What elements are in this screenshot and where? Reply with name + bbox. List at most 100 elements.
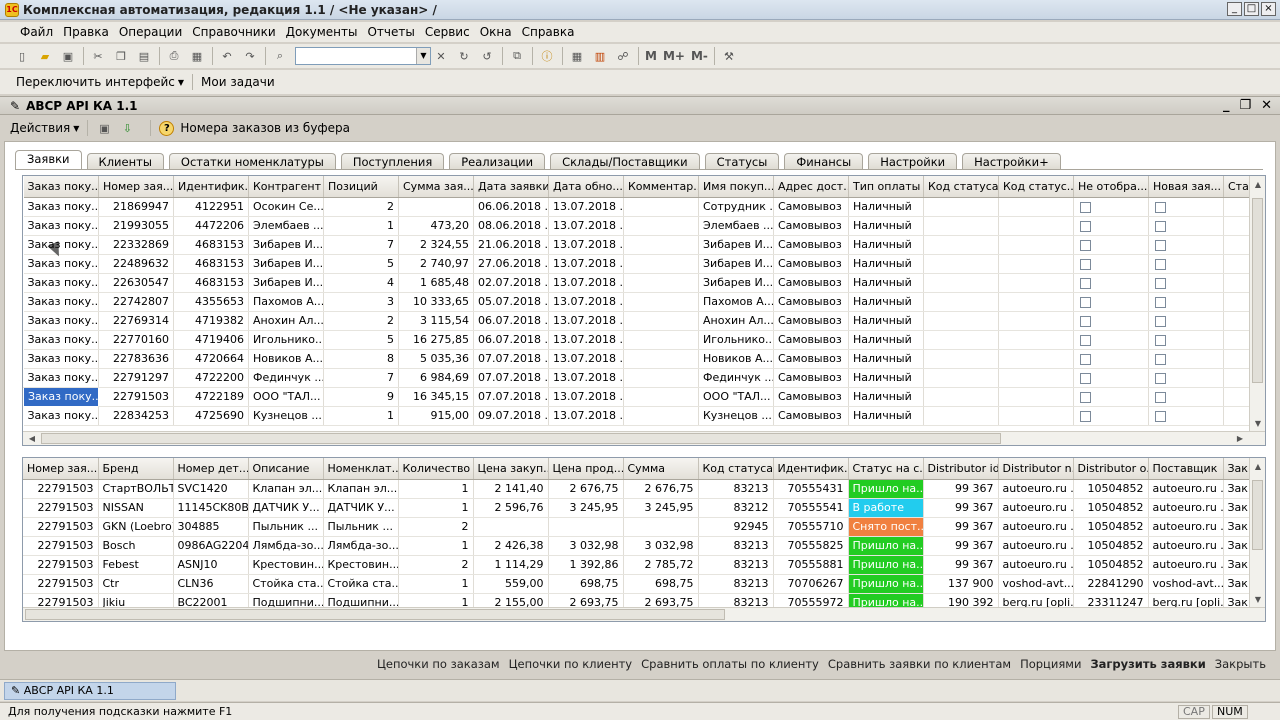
tab-finance[interactable]: Финансы	[784, 153, 864, 170]
column-header[interactable]: Код статус...	[998, 176, 1074, 198]
table-row[interactable]: 22791503 NISSAN 11145CK80B ДАТЧИК У... ДАТЧИ…	[23, 498, 1264, 518]
restore-form-button[interactable]: ❐	[1239, 98, 1251, 113]
tab-sales[interactable]: Реализации	[449, 153, 546, 170]
scroll-left-icon[interactable]: ◀	[25, 432, 39, 445]
calendar-icon[interactable]: ▥	[592, 48, 608, 64]
column-header[interactable]: Номер зая...	[23, 458, 99, 480]
column-header[interactable]: Сумма зая...	[398, 176, 474, 198]
column-header[interactable]: Код статуса	[698, 458, 774, 480]
tab-receipts[interactable]: Поступления	[340, 153, 445, 170]
table-row[interactable]: Заказ поку... 22769314 4719382 Анохин Ал...…	[23, 311, 1264, 331]
search-input[interactable]: ▼	[295, 47, 431, 65]
copy-icon[interactable]: ❐	[113, 48, 129, 64]
search-icon[interactable]: ⌕	[272, 48, 288, 64]
table-row[interactable]: 22791503 СтартВОЛЬТ SVC1420 Клапан эл... Кла…	[23, 479, 1264, 499]
checkbox[interactable]	[1080, 258, 1091, 270]
column-header[interactable]: Distributor id	[923, 458, 999, 480]
table-row[interactable]: Заказ поку... 22791297 4722200 Фединчук ...…	[23, 368, 1264, 388]
scroll-down-icon[interactable]: ▼	[1250, 417, 1265, 431]
info-icon[interactable]: ⓘ	[539, 48, 555, 64]
scroll-right-icon[interactable]: ▶	[1233, 432, 1247, 445]
column-header[interactable]: Позиций	[323, 176, 399, 198]
close-window-button[interactable]: ×	[1261, 2, 1276, 16]
tab-statuses[interactable]: Статусы	[704, 153, 780, 170]
checkbox[interactable]	[1155, 410, 1166, 422]
download-icon[interactable]: ⇩	[119, 120, 135, 136]
chains-by-client-link[interactable]: Цепочки по клиенту	[509, 657, 633, 673]
close-button[interactable]: Закрыть	[1215, 657, 1266, 673]
checkbox[interactable]	[1155, 220, 1166, 232]
table-row[interactable]: Заказ поку... 22783636 4720664 Новиков А...…	[23, 349, 1264, 369]
tab-warehouses[interactable]: Склады/Поставщики	[550, 153, 700, 170]
column-header[interactable]: Заказ поку...	[23, 176, 99, 198]
checkbox[interactable]	[1080, 410, 1091, 422]
windows-icon[interactable]: ⧉	[509, 48, 525, 64]
tools-icon[interactable]: ⚒	[721, 48, 737, 64]
table-row[interactable]: Заказ поку... 22742807 4355653 Пахомов А...…	[23, 292, 1264, 312]
find-next-icon[interactable]: ↻	[456, 48, 472, 64]
table-row[interactable]: Заказ поку... 22630547 4683153 Зибарев И...…	[23, 273, 1264, 293]
memory-add-button[interactable]: M+	[663, 49, 685, 63]
redo-icon[interactable]: ↷	[242, 48, 258, 64]
scroll-thumb[interactable]	[25, 609, 725, 620]
compare-payments-link[interactable]: Сравнить оплаты по клиенту	[641, 657, 819, 673]
orders-table[interactable]: Заказ поку... Номер зая... Идентифик... Кон…	[22, 175, 1266, 446]
checkbox[interactable]	[1080, 334, 1091, 346]
copy-row-icon[interactable]: ▣	[96, 120, 112, 136]
tab-clients[interactable]: Клиенты	[86, 153, 164, 170]
tab-settings-plus[interactable]: Настройки+	[962, 153, 1061, 170]
lines-horizontal-scrollbar[interactable]	[23, 607, 1265, 621]
menu-windows[interactable]: Окна	[480, 25, 512, 39]
memory-subtract-button[interactable]: M-	[691, 49, 708, 63]
paste-icon[interactable]: ▤	[136, 48, 152, 64]
column-header[interactable]: Цена закуп...	[473, 458, 549, 480]
checkbox[interactable]	[1155, 201, 1166, 213]
column-header[interactable]: Описание	[248, 458, 324, 480]
save-icon[interactable]: ▣	[60, 48, 76, 64]
clear-search-icon[interactable]: ✕	[433, 48, 449, 64]
checkbox[interactable]	[1080, 239, 1091, 251]
order-lines-table[interactable]: Номер зая... Бренд Номер дет... Описание Ном…	[22, 457, 1266, 622]
scroll-thumb[interactable]	[1252, 198, 1263, 383]
scroll-thumb[interactable]	[1252, 480, 1263, 550]
column-header[interactable]: Бренд	[98, 458, 174, 480]
tab-stock[interactable]: Остатки номенклатуры	[168, 153, 336, 170]
column-header[interactable]: Комментар...	[623, 176, 699, 198]
column-header[interactable]: Distributor o...	[1073, 458, 1149, 480]
checkbox[interactable]	[1080, 372, 1091, 384]
checkbox[interactable]	[1155, 296, 1166, 308]
column-header[interactable]: Цена прод...	[548, 458, 624, 480]
checkbox[interactable]	[1080, 353, 1091, 365]
table-row[interactable]: Заказ поку... 22834253 4725690 Кузнецов ...…	[23, 406, 1264, 426]
checkbox[interactable]	[1080, 315, 1091, 327]
column-header[interactable]: Distributor n...	[998, 458, 1074, 480]
scroll-down-icon[interactable]: ▼	[1250, 593, 1265, 607]
table-row[interactable]: Заказ поку... 21993055 4472206 Элембаев ...…	[23, 216, 1264, 236]
switch-interface-button[interactable]: Переключить интерфейс	[16, 75, 175, 89]
menu-edit[interactable]: Правка	[63, 25, 109, 39]
table-row[interactable]: 22791503 Bosch 0986AG2204 Лямбда-зо... Лямбд…	[23, 536, 1264, 556]
orders-horizontal-scrollbar[interactable]: ◀ ▶	[23, 431, 1265, 445]
table-row[interactable]: Заказ поку... 22791503 4722189 ООО "ТАЛ... 9…	[23, 386, 1264, 407]
checkbox[interactable]	[1155, 258, 1166, 270]
menu-help[interactable]: Справка	[522, 25, 575, 39]
column-header[interactable]: Контрагент	[248, 176, 324, 198]
table-row[interactable]: 22791503 GKN (Loebro) 304885 Пыльник ... Пыл…	[23, 517, 1264, 537]
minimize-form-button[interactable]: _	[1223, 98, 1230, 113]
table-row[interactable]: Заказ поку... 22489632 4683153 Зибарев И...…	[23, 254, 1264, 274]
column-header[interactable]: Код статуса	[923, 176, 999, 198]
users-icon[interactable]: ☍	[615, 48, 631, 64]
checkbox[interactable]	[1080, 277, 1091, 289]
column-header[interactable]: Идентифик...	[773, 458, 849, 480]
column-header[interactable]: Имя покуп...	[698, 176, 774, 198]
menu-service[interactable]: Сервис	[425, 25, 470, 39]
load-orders-button[interactable]: Загрузить заявки	[1090, 657, 1205, 673]
column-header[interactable]: Не отобра...	[1073, 176, 1149, 198]
menu-operations[interactable]: Операции	[119, 25, 182, 39]
table-row[interactable]: Заказ поку... 22332869 4683153 Зибарев И...…	[23, 235, 1264, 255]
scroll-up-icon[interactable]: ▲	[1250, 460, 1265, 474]
column-header[interactable]: Идентифик...	[173, 176, 249, 198]
my-tasks-button[interactable]: Мои задачи	[201, 75, 275, 89]
table-row[interactable]: 22791503 Febest ASNJ10 Крестовин... Крестови…	[23, 555, 1264, 575]
checkbox[interactable]	[1080, 391, 1091, 403]
